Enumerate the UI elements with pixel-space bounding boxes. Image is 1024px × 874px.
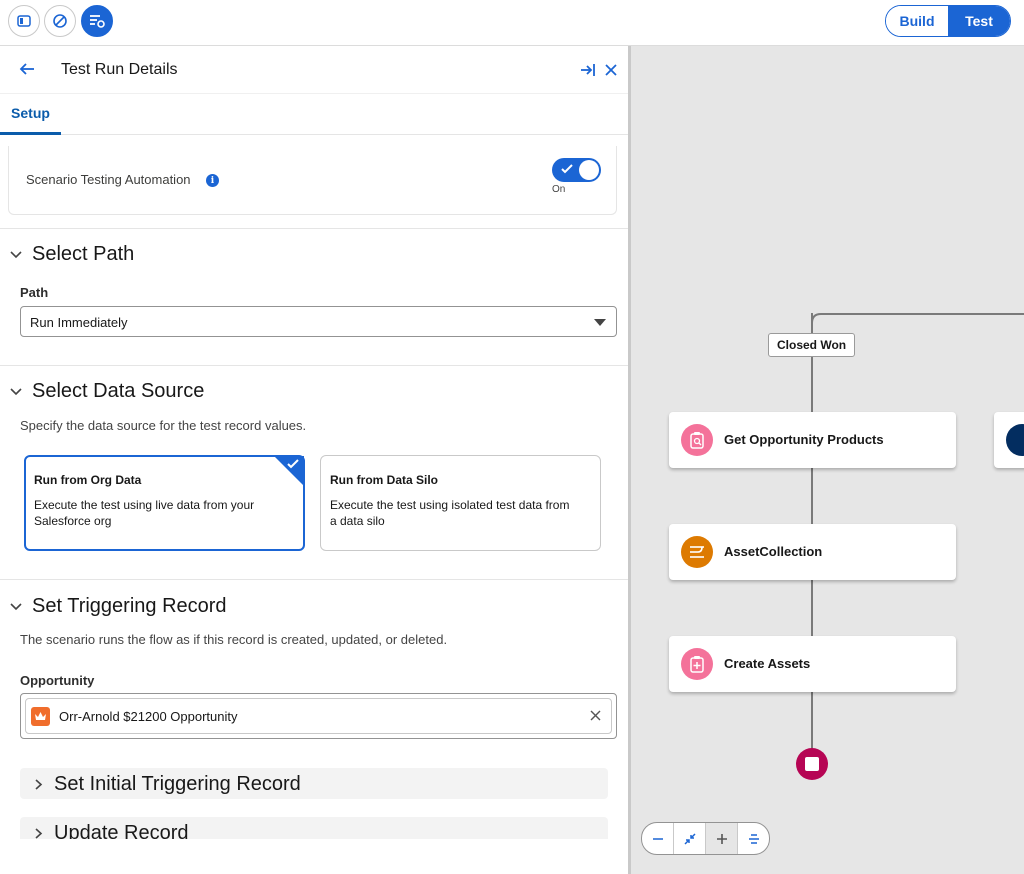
panel-tabs: Setup xyxy=(0,94,628,135)
accordion-update-record[interactable]: Update Record xyxy=(20,817,608,839)
automation-toggle[interactable] xyxy=(552,158,601,182)
build-tab[interactable]: Build xyxy=(886,6,948,36)
remove-icon[interactable] xyxy=(590,710,601,721)
end-node[interactable] xyxy=(796,748,828,780)
section-title-triggering-record: Set Triggering Record xyxy=(32,595,227,617)
close-icon[interactable] xyxy=(604,63,618,77)
path-select[interactable]: Run Immediately xyxy=(20,306,617,337)
flow-node-partial[interactable] xyxy=(994,412,1024,468)
panel-header: Test Run Details xyxy=(0,46,628,94)
checkmark-icon xyxy=(287,459,299,469)
node-label: Get Opportunity Products xyxy=(724,432,884,447)
disable-button[interactable] xyxy=(44,5,76,37)
accordion-title: Update Record xyxy=(54,822,189,839)
zoom-controls xyxy=(641,822,770,855)
tab-setup[interactable]: Setup xyxy=(0,94,61,135)
decision-icon xyxy=(1006,424,1024,456)
create-records-icon xyxy=(681,648,713,680)
zoom-out-button[interactable] xyxy=(642,823,674,854)
sidebar-icon xyxy=(17,15,31,27)
chevron-right-icon xyxy=(35,828,43,839)
zoom-in-button[interactable] xyxy=(706,823,738,854)
align-center-icon xyxy=(748,833,759,844)
automation-card: Scenario Testing Automation i On xyxy=(8,146,617,215)
triggering-record-description: The scenario runs the flow as if this re… xyxy=(20,632,448,647)
auto-layout-button[interactable] xyxy=(738,823,769,854)
info-icon[interactable]: i xyxy=(206,174,219,187)
option-description: Execute the test using isolated test dat… xyxy=(330,498,570,528)
checkmark-icon xyxy=(561,164,573,174)
back-arrow-icon[interactable] xyxy=(18,60,36,78)
automation-label: Scenario Testing Automation xyxy=(26,172,191,187)
option-title: Run from Data Silo xyxy=(330,473,439,487)
chevron-down-icon[interactable] xyxy=(9,602,23,612)
flow-node-get-opportunity-products[interactable]: Get Opportunity Products xyxy=(669,412,956,468)
contract-icon xyxy=(683,832,696,845)
opportunity-lookup[interactable]: Orr-Arnold $21200 Opportunity xyxy=(20,693,617,739)
data-source-description: Specify the data source for the test rec… xyxy=(20,418,307,433)
dock-panel-icon[interactable] xyxy=(580,63,596,77)
accordion-initial-triggering-record[interactable]: Set Initial Triggering Record xyxy=(20,768,608,799)
flow-canvas[interactable]: Closed Won Get Opportunity Products Asse… xyxy=(631,46,1024,874)
org-data-option[interactable]: Run from Org Data Execute the test using… xyxy=(24,455,305,551)
section-divider xyxy=(0,228,628,229)
panel-title: Test Run Details xyxy=(61,61,178,78)
selected-record-name: Orr-Arnold $21200 Opportunity xyxy=(59,709,238,724)
prohibited-icon xyxy=(53,14,67,28)
toggle-knob xyxy=(579,160,599,180)
branch-connector xyxy=(811,313,1024,327)
mode-switch: Build Test xyxy=(885,5,1011,37)
fit-view-button[interactable] xyxy=(674,823,706,854)
toggle-state-label: On xyxy=(552,184,566,195)
toggle-sidebar-button[interactable] xyxy=(8,5,40,37)
opportunity-label: Opportunity xyxy=(20,673,95,688)
stop-icon xyxy=(805,757,819,771)
branch-label[interactable]: Closed Won xyxy=(768,333,856,357)
section-title-select-path: Select Path xyxy=(32,243,135,265)
node-label: Create Assets xyxy=(724,656,811,671)
section-divider xyxy=(0,579,628,580)
list-settings-icon xyxy=(90,15,105,28)
test-run-details-button[interactable] xyxy=(81,5,113,37)
connector-line xyxy=(811,468,813,524)
transform-icon xyxy=(681,536,713,568)
test-tab[interactable]: Test xyxy=(948,6,1010,36)
chevron-down-icon[interactable] xyxy=(9,250,23,260)
flow-node-create-assets[interactable]: Create Assets xyxy=(669,636,956,692)
option-description: Execute the test using live data from yo… xyxy=(34,498,255,528)
path-label: Path xyxy=(20,285,49,300)
section-divider xyxy=(0,365,628,366)
chevron-down-icon[interactable] xyxy=(9,387,23,397)
option-title: Run from Org Data xyxy=(34,473,142,487)
connector-line xyxy=(811,692,813,750)
path-select-value: Run Immediately xyxy=(30,315,128,330)
node-label: AssetCollection xyxy=(724,544,823,559)
minus-icon xyxy=(652,837,663,840)
caret-down-icon xyxy=(594,319,606,326)
toolbar: Build Test xyxy=(0,0,1024,46)
flow-node-assetcollection[interactable]: AssetCollection xyxy=(669,524,956,580)
chevron-right-icon xyxy=(35,779,43,790)
selected-record-pill[interactable]: Orr-Arnold $21200 Opportunity xyxy=(25,698,612,734)
section-title-data-source: Select Data Source xyxy=(32,380,205,402)
opportunity-icon xyxy=(31,707,50,726)
get-records-icon xyxy=(681,424,713,456)
test-run-details-panel: Test Run Details Setup Scenario Testing … xyxy=(0,46,628,874)
data-silo-option[interactable]: Run from Data Silo Execute the test usin… xyxy=(320,455,601,551)
connector-line xyxy=(811,580,813,636)
accordion-title: Set Initial Triggering Record xyxy=(54,773,301,795)
plus-icon xyxy=(716,833,727,844)
